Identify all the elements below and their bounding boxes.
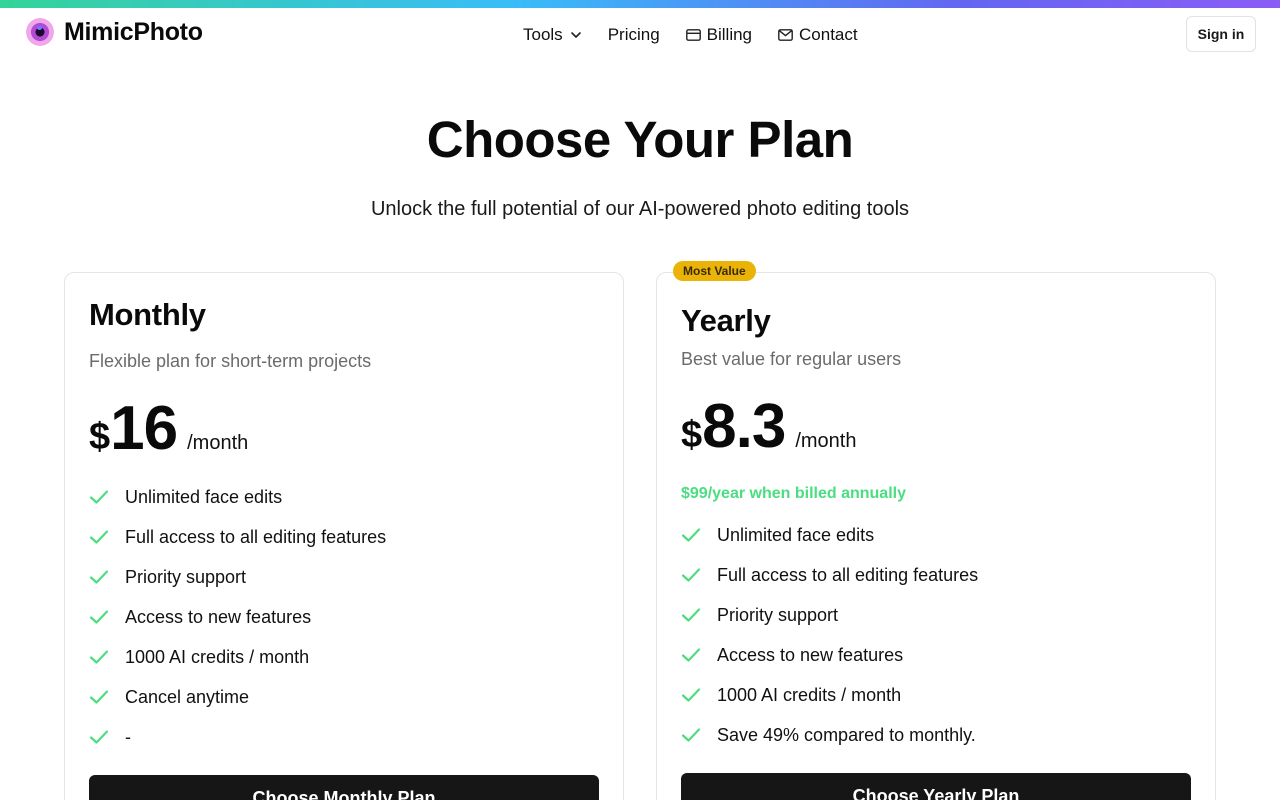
feature-text: Access to new features bbox=[717, 644, 904, 665]
feature-item: Save 49% compared to monthly. bbox=[681, 715, 978, 755]
header: MimicPhoto Tools Pricing Billing Contact… bbox=[0, 8, 1280, 60]
plan-description: Flexible plan for short-term projects bbox=[89, 351, 372, 371]
feature-item: Full access to all editing features bbox=[681, 555, 978, 595]
feature-list: Unlimited face edits Full access to all … bbox=[89, 477, 386, 757]
feature-text: Cancel anytime bbox=[125, 686, 250, 707]
billed-annually-note: $99/year when billed annually bbox=[681, 485, 906, 502]
brand-name: MimicPhoto bbox=[64, 17, 203, 46]
check-icon bbox=[681, 607, 705, 623]
check-icon bbox=[681, 647, 705, 663]
logo-icon bbox=[26, 18, 54, 46]
feature-item: Cancel anytime bbox=[89, 677, 386, 717]
feature-text: Unlimited face edits bbox=[125, 486, 283, 507]
feature-text: Priority support bbox=[125, 566, 247, 587]
feature-text: - bbox=[125, 726, 131, 747]
price-period: /month bbox=[795, 430, 857, 452]
feature-item: Full access to all editing features bbox=[89, 517, 386, 557]
nav-billing[interactable]: Billing bbox=[685, 25, 753, 45]
check-icon bbox=[681, 527, 705, 543]
check-icon bbox=[89, 689, 113, 705]
check-icon bbox=[681, 567, 705, 583]
nav-tools[interactable]: Tools bbox=[523, 25, 582, 45]
plan-card-yearly: Yearly Best value for regular users $ 8.… bbox=[656, 272, 1216, 800]
price-currency: $ bbox=[681, 414, 703, 456]
check-icon bbox=[89, 649, 113, 665]
nav-tools-label: Tools bbox=[523, 25, 563, 44]
chevron-down-icon bbox=[570, 29, 582, 41]
choose-yearly-button[interactable]: Choose Yearly Plan bbox=[681, 773, 1191, 800]
feature-item: Priority support bbox=[681, 595, 978, 635]
feature-item: 1000 AI credits / month bbox=[89, 637, 386, 677]
feature-item: Access to new features bbox=[89, 597, 386, 637]
credit-card-icon bbox=[685, 29, 701, 41]
feature-text: Access to new features bbox=[125, 606, 312, 627]
most-value-badge: Most Value bbox=[673, 261, 756, 281]
feature-item: Priority support bbox=[89, 557, 386, 597]
feature-item: - bbox=[89, 717, 386, 757]
price-period: /month bbox=[187, 432, 249, 454]
price-amount: 8.3 bbox=[702, 392, 786, 461]
nav-pricing[interactable]: Pricing bbox=[608, 25, 660, 45]
feature-text: Save 49% compared to monthly. bbox=[717, 724, 976, 745]
feature-item: 1000 AI credits / month bbox=[681, 675, 978, 715]
plan-name: Yearly bbox=[681, 303, 771, 338]
mail-icon bbox=[778, 29, 793, 41]
plan-name: Monthly bbox=[89, 297, 206, 332]
price-amount: 16 bbox=[110, 394, 178, 463]
page-subtitle: Unlock the full potential of our AI-powe… bbox=[370, 198, 910, 220]
feature-text: 1000 AI credits / month bbox=[717, 684, 902, 705]
check-icon bbox=[89, 489, 113, 505]
plan-price: $ 16 /month bbox=[89, 393, 248, 464]
nav-billing-label: Billing bbox=[706, 25, 753, 44]
plan-price: $ 8.3 /month bbox=[681, 391, 857, 462]
check-icon bbox=[89, 729, 113, 745]
check-icon bbox=[89, 609, 113, 625]
top-gradient-bar bbox=[0, 0, 1280, 8]
feature-text: Unlimited face edits bbox=[717, 524, 875, 545]
signin-button[interactable]: Sign in bbox=[1186, 16, 1256, 52]
plan-card-monthly: Monthly Flexible plan for short-term pro… bbox=[64, 272, 624, 800]
check-icon bbox=[89, 529, 113, 545]
feature-text: Full access to all editing features bbox=[125, 526, 387, 547]
feature-item: Unlimited face edits bbox=[681, 515, 978, 555]
check-icon bbox=[681, 687, 705, 703]
check-icon bbox=[89, 569, 113, 585]
brand[interactable]: MimicPhoto bbox=[26, 16, 203, 48]
feature-text: 1000 AI credits / month bbox=[125, 646, 310, 667]
main-nav: Tools Pricing Billing Contact bbox=[523, 24, 858, 46]
feature-list: Unlimited face edits Full access to all … bbox=[681, 515, 978, 755]
plan-description: Best value for regular users bbox=[681, 349, 902, 369]
check-icon bbox=[681, 727, 705, 743]
nav-contact[interactable]: Contact bbox=[778, 25, 858, 45]
feature-text: Full access to all editing features bbox=[717, 564, 979, 585]
page-title: Choose Your Plan bbox=[426, 111, 854, 168]
nav-pricing-label: Pricing bbox=[607, 25, 660, 44]
choose-monthly-button[interactable]: Choose Monthly Plan bbox=[89, 775, 599, 800]
price-currency: $ bbox=[89, 416, 111, 458]
feature-item: Unlimited face edits bbox=[89, 477, 386, 517]
feature-text: Priority support bbox=[717, 604, 839, 625]
nav-contact-label: Contact bbox=[799, 25, 858, 44]
feature-item: Access to new features bbox=[681, 635, 978, 675]
